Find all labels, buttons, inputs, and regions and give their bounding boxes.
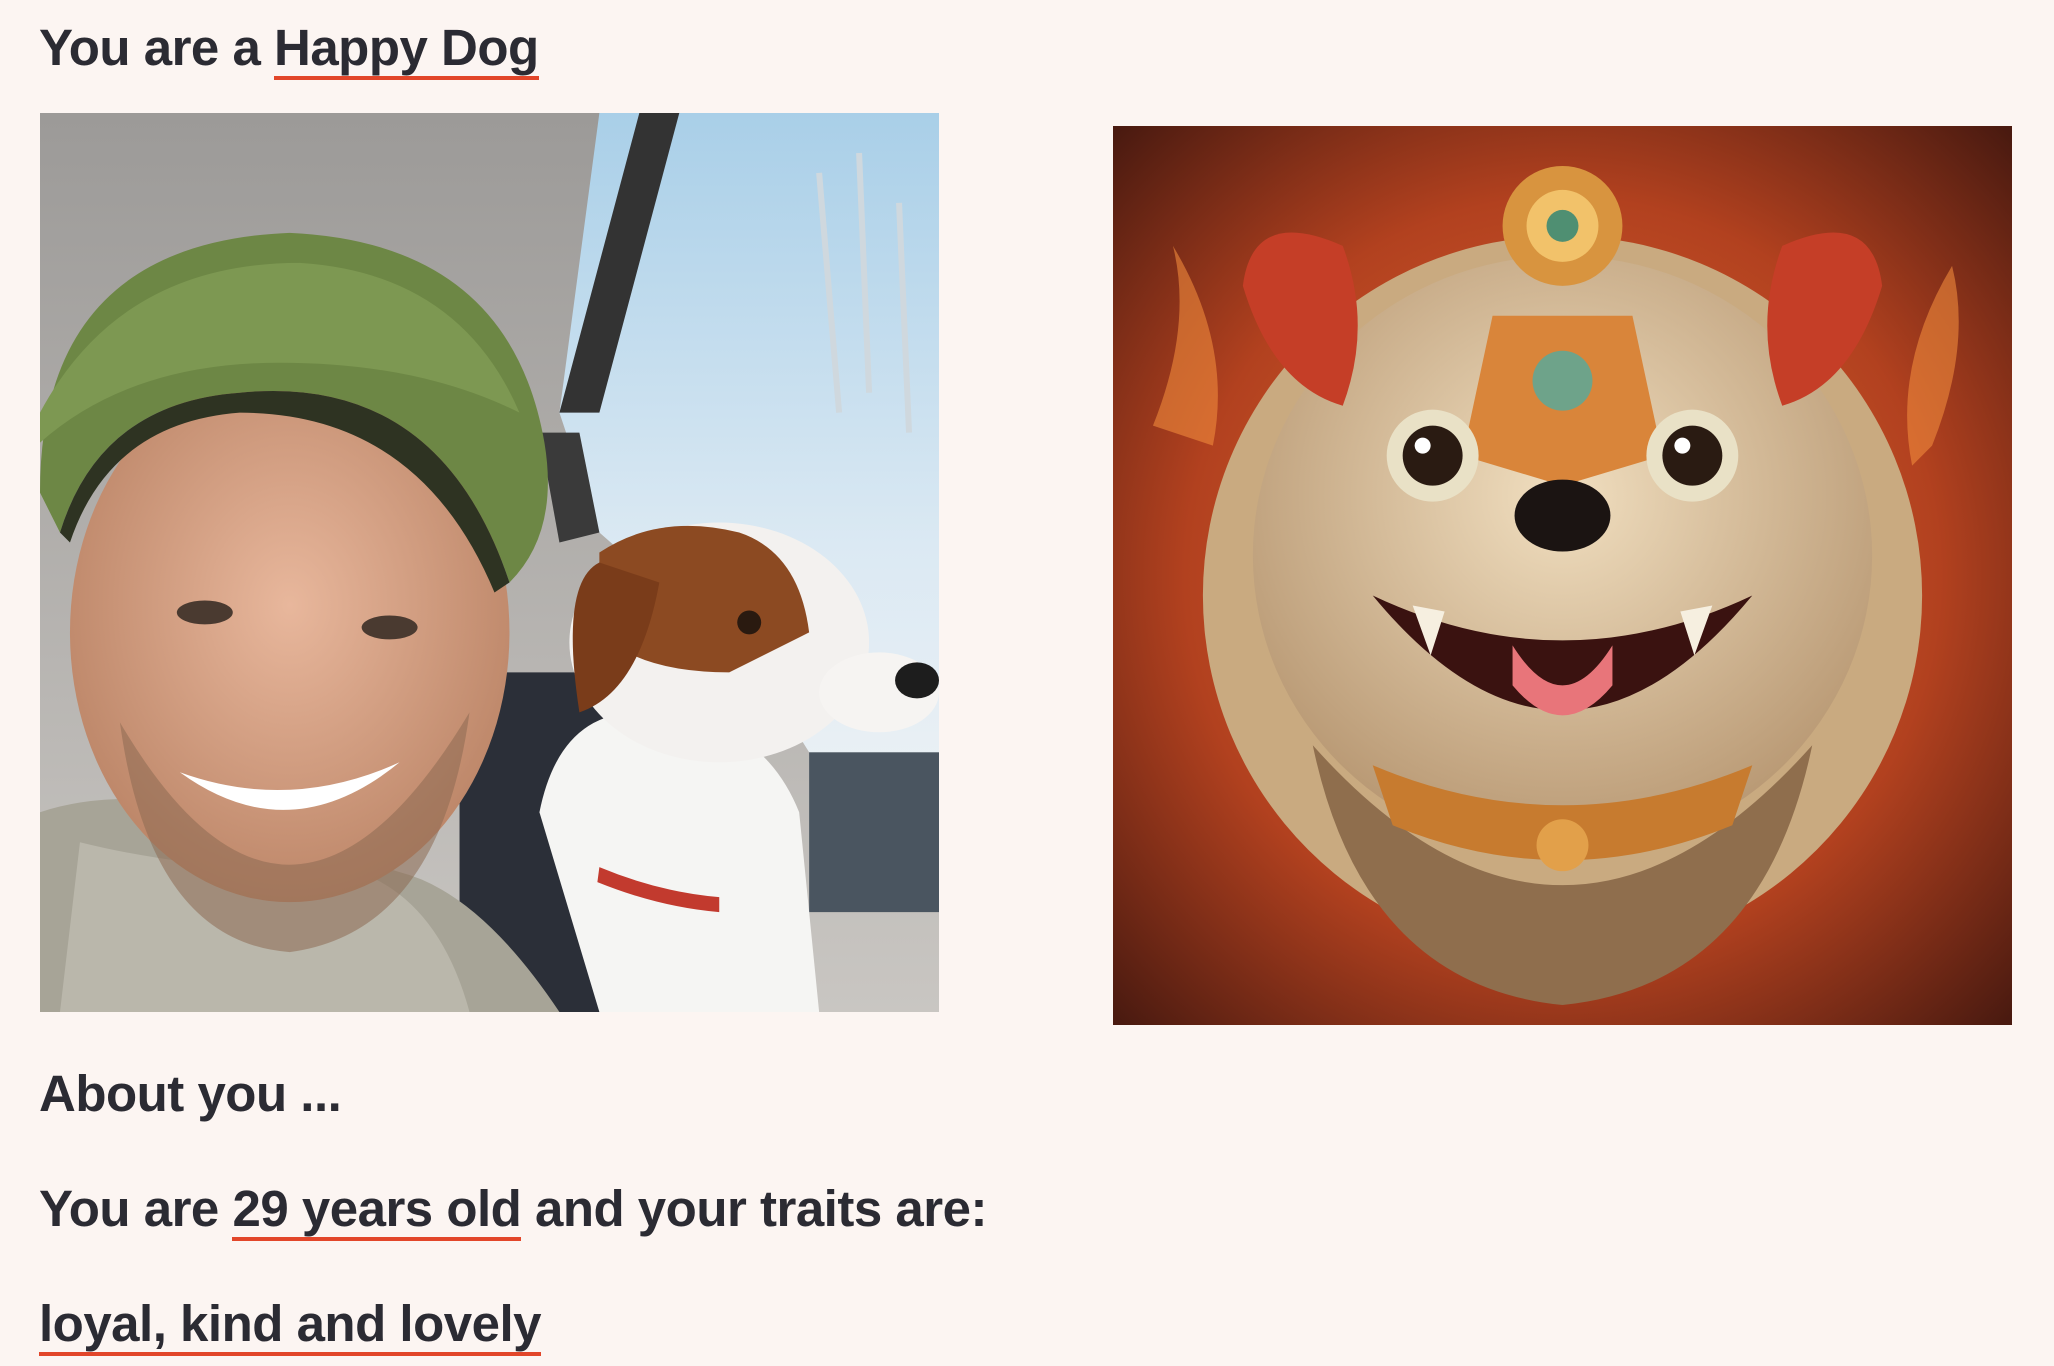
selfie-photo-illustration: [40, 113, 939, 1012]
traits-line: loyal, kind and lovely: [39, 1298, 542, 1356]
heading-prefix: You are a: [39, 19, 274, 76]
result-heading: You are a Happy Dog: [39, 22, 539, 80]
age-highlight: 29 years old: [232, 1183, 522, 1241]
traits-highlight: loyal, kind and lovely: [39, 1298, 542, 1356]
original-photo: [40, 113, 939, 1012]
about-title: About you ...: [39, 1065, 342, 1122]
generated-illustration: [1113, 126, 2012, 1025]
animal-type-highlight: Happy Dog: [273, 22, 539, 80]
age-sentence: You are 29 years old and your traits are…: [39, 1183, 987, 1241]
age-suffix: and your traits are:: [521, 1180, 987, 1237]
age-prefix: You are: [39, 1180, 233, 1237]
ornate-dog-illustration: [1113, 126, 2012, 1025]
